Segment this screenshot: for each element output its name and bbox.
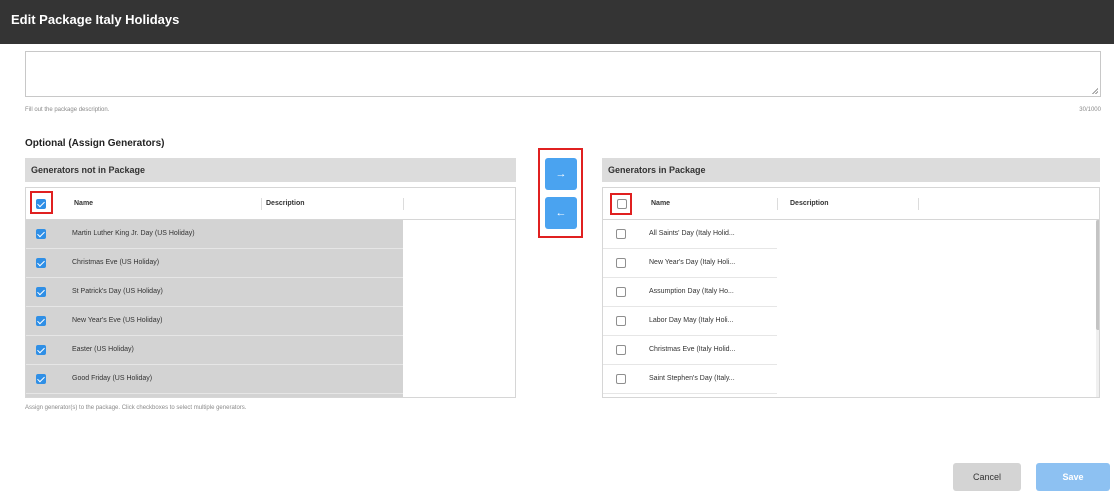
row-checkbox[interactable] [616, 345, 626, 355]
right-scrollbar[interactable] [1096, 220, 1099, 397]
dialog-titlebar: Edit Package Italy Holidays [0, 0, 1114, 44]
table-row[interactable]: Martin Luther King Jr. Day (US Holiday) [26, 220, 403, 249]
row-checkbox[interactable] [616, 258, 626, 268]
row-checkbox[interactable] [616, 287, 626, 297]
description-counter: 30/1000 [1079, 107, 1101, 113]
description-helper: Fill out the package description. [25, 107, 110, 113]
row-checkbox[interactable] [36, 316, 46, 326]
move-left-button[interactable]: ← [545, 197, 577, 229]
row-name: Saint Stephen's Day (Italy... [649, 375, 735, 382]
row-checkbox[interactable] [36, 229, 46, 239]
column-divider [777, 198, 778, 210]
left-column-name: Name [74, 200, 94, 207]
right-select-all-highlight [610, 193, 632, 215]
cancel-button[interactable]: Cancel [953, 463, 1021, 491]
right-column-description: Description [790, 200, 829, 207]
row-checkbox[interactable] [36, 258, 46, 268]
save-button[interactable]: Save [1036, 463, 1110, 491]
right-scrollbar-thumb[interactable] [1096, 220, 1099, 330]
row-name: Martin Luther King Jr. Day (US Holiday) [72, 230, 195, 237]
description-field[interactable] [25, 51, 1101, 97]
right-table-header: Name Description [603, 188, 1099, 220]
table-row[interactable]: St Patrick's Day (US Holiday) [26, 278, 403, 307]
row-name: Assumption Day (Italy Ho... [649, 288, 734, 295]
optional-section-title: Optional (Assign Generators) [25, 138, 165, 149]
table-row[interactable]: All Saints' Day (Italy Holid... [603, 220, 777, 249]
row-name: St Patrick's Day (US Holiday) [72, 288, 163, 295]
dialog-title: Edit Package Italy Holidays [11, 12, 180, 27]
right-panel-title: Generators in Package [608, 165, 706, 175]
column-divider [403, 198, 404, 210]
left-panel-title: Generators not in Package [31, 165, 146, 175]
row-name: Good Friday (US Holiday) [72, 375, 153, 382]
left-table-header: Name Description [26, 188, 515, 220]
row-name: Christmas Eve (Italy Holid... [649, 346, 736, 353]
table-row[interactable]: New Year's Day (Italy Holi... [603, 249, 777, 278]
right-table: Name Description All Saints' Day (Italy … [602, 187, 1100, 398]
left-panel-header: Generators not in Package [25, 158, 516, 182]
row-name: New Year's Eve (US Holiday) [72, 317, 163, 324]
left-table: Name Description Martin Luther King Jr. … [25, 187, 516, 398]
table-row[interactable]: New Year's Eve (US Holiday) [26, 307, 403, 336]
row-checkbox[interactable] [616, 229, 626, 239]
move-right-button[interactable]: → [545, 158, 577, 190]
resize-grip-icon[interactable] [1092, 88, 1098, 94]
assign-helper: Assign generator(s) to the package. Clic… [25, 405, 247, 411]
row-checkbox[interactable] [616, 316, 626, 326]
table-row[interactable]: Christmas Eve (Italy Holid... [603, 336, 777, 365]
table-row[interactable]: Good Friday (US Holiday) [26, 365, 403, 394]
row-checkbox[interactable] [616, 374, 626, 384]
table-row[interactable]: Easter (US Holiday) [26, 336, 403, 365]
generators-in-package-panel: Generators in Package Name Description A… [602, 158, 1100, 398]
table-row[interactable]: Assumption Day (Italy Ho... [603, 278, 777, 307]
table-row[interactable]: Labor Day May (Italy Holi... [603, 307, 777, 336]
table-row[interactable]: Christmas Eve (US Holiday) [26, 249, 403, 278]
description-textarea[interactable] [26, 52, 1100, 96]
column-divider [918, 198, 919, 210]
generators-not-in-package-panel: Generators not in Package Name Descripti… [25, 158, 516, 398]
row-checkbox[interactable] [36, 345, 46, 355]
row-name: Christmas Eve (US Holiday) [72, 259, 160, 266]
row-checkbox[interactable] [36, 287, 46, 297]
row-checkbox[interactable] [36, 374, 46, 384]
row-name: Easter (US Holiday) [72, 346, 134, 353]
right-panel-header: Generators in Package [602, 158, 1100, 182]
row-name: Labor Day May (Italy Holi... [649, 317, 734, 324]
row-name: New Year's Day (Italy Holi... [649, 259, 736, 266]
select-all-highlight [30, 191, 53, 214]
column-divider [261, 198, 262, 210]
table-row[interactable]: Saint Stephen's Day (Italy... [603, 365, 777, 394]
left-column-description: Description [266, 200, 305, 207]
right-column-name: Name [651, 200, 671, 207]
row-name: All Saints' Day (Italy Holid... [649, 230, 735, 237]
